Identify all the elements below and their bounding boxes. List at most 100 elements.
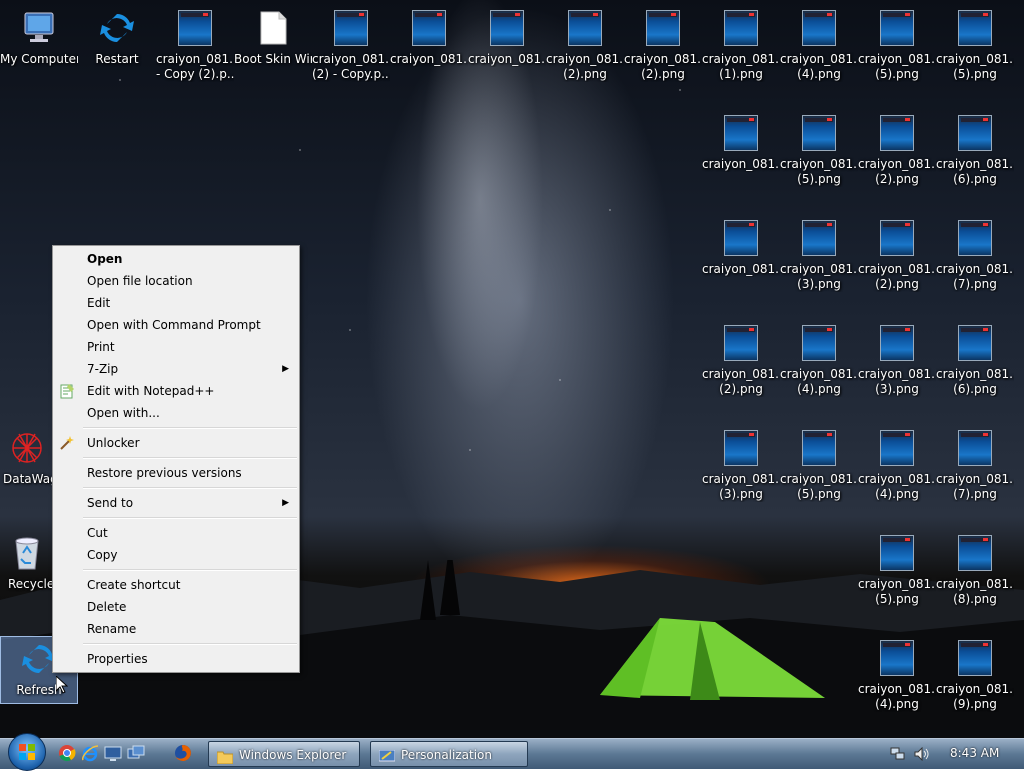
menu-item-open-with[interactable]: Open with... <box>53 402 299 424</box>
image-file-desktop-icon[interactable]: craiyon_081... (5).png <box>858 535 936 607</box>
image-file-desktop-icon[interactable]: craiyon_081... (3).png <box>858 325 936 397</box>
chrome-icon[interactable] <box>58 744 78 764</box>
image-thumbnail-icon <box>880 535 914 571</box>
image-file-desktop-icon[interactable]: craiyon_081... (5).png <box>780 430 858 502</box>
image-thumbnail-icon <box>178 10 212 46</box>
image-file-desktop-icon[interactable]: craiyon_081... (2).png <box>624 10 702 82</box>
image-file-desktop-icon[interactable]: craiyon_081... (2).png <box>702 325 780 397</box>
image-file-desktop-icon[interactable]: craiyon_081... (4).png <box>858 640 936 712</box>
menu-item-label: Open with Command Prompt <box>87 318 261 332</box>
folder-icon <box>216 747 234 765</box>
network-icon[interactable] <box>890 747 906 764</box>
menu-item-send-to[interactable]: Send to ▶ <box>53 492 299 514</box>
file-desktop-icon[interactable]: Boot Skin Windo... <box>234 10 312 67</box>
menu-item-cut[interactable]: Cut <box>53 522 299 544</box>
image-file-desktop-icon[interactable]: craiyon_081... (2).png <box>546 10 624 82</box>
menu-item-edit-with-notepad[interactable]: Edit with Notepad++ <box>53 380 299 402</box>
image-thumbnail-icon <box>880 115 914 151</box>
menu-item-label: Properties <box>87 652 148 666</box>
icon-label: craiyon_081... (7).png <box>936 262 1014 291</box>
image-file-desktop-icon[interactable]: craiyon_081... (4).png <box>780 10 858 82</box>
image-file-desktop-icon[interactable]: craiyon_081... (6).png <box>936 115 1014 187</box>
taskbar-button-personalization[interactable]: Personalization <box>370 741 528 767</box>
icon-label: craiyon_081... (2).png <box>858 157 936 186</box>
menu-item-edit[interactable]: Edit <box>53 292 299 314</box>
taskbar-button-windows-explorer[interactable]: Windows Explorer <box>208 741 360 767</box>
switch-windows-icon[interactable] <box>127 744 147 764</box>
menu-item-open-file-location[interactable]: Open file location <box>53 270 299 292</box>
menu-item-print[interactable]: Print <box>53 336 299 358</box>
image-file-desktop-icon[interactable]: craiyon_081... (7).png <box>936 430 1014 502</box>
volume-icon[interactable] <box>914 746 930 764</box>
menu-item-7zip[interactable]: 7-Zip ▶ <box>53 358 299 380</box>
image-thumbnail-icon <box>724 10 758 46</box>
menu-item-restore-previous-versions[interactable]: Restore previous versions <box>53 462 299 484</box>
menu-item-create-shortcut[interactable]: Create shortcut <box>53 574 299 596</box>
image-file-desktop-icon[interactable]: craiyon_081... (5).png <box>936 10 1014 82</box>
image-file-desktop-icon[interactable]: craiyon_081... (6).png <box>936 325 1014 397</box>
icon-label: craiyon_081... (8).png <box>936 577 1014 606</box>
notepad-icon <box>59 383 75 399</box>
image-file-desktop-icon[interactable]: craiyon_081... (8).png <box>936 535 1014 607</box>
icon-label: craiyon_081... (3).png <box>702 472 780 501</box>
menu-item-open[interactable]: Open <box>53 248 299 270</box>
menu-item-copy[interactable]: Copy <box>53 544 299 566</box>
image-file-desktop-icon[interactable]: craiyon_081... (2).png <box>858 115 936 187</box>
image-file-desktop-icon[interactable]: craiyon_081... (2).png <box>858 220 936 292</box>
clock[interactable]: 8:43 AM <box>950 746 999 760</box>
start-button[interactable] <box>8 733 46 771</box>
menu-item-unlocker[interactable]: Unlocker <box>53 432 299 454</box>
image-file-desktop-icon[interactable]: craiyon_081... <box>702 115 780 172</box>
image-thumbnail-icon <box>334 10 368 46</box>
menu-item-label: Print <box>87 340 115 354</box>
image-thumbnail-icon <box>412 10 446 46</box>
ie-icon[interactable] <box>81 744 101 764</box>
menu-item-properties[interactable]: Properties <box>53 648 299 670</box>
image-file-desktop-icon[interactable]: craiyon_081... (4).png <box>780 325 858 397</box>
task-label: Windows Explorer <box>239 748 347 762</box>
image-file-desktop-icon[interactable]: craiyon_081... (1).png <box>702 10 780 82</box>
icon-label: craiyon_081... (4).png <box>780 367 858 396</box>
image-file-desktop-icon[interactable]: craiyon_081... <box>390 10 468 67</box>
wand-icon <box>59 435 75 451</box>
restart-desktop-icon[interactable]: Restart <box>78 10 156 67</box>
image-thumbnail-icon <box>724 430 758 466</box>
image-file-desktop-icon[interactable]: craiyon_081... (5).png <box>858 10 936 82</box>
firefox-icon[interactable] <box>174 744 194 764</box>
recycle-bin-icon <box>9 535 45 571</box>
image-file-desktop-icon[interactable]: craiyon_081... (2) - Copy.p... <box>312 10 390 82</box>
image-thumbnail-icon <box>724 115 758 151</box>
image-thumbnail-icon <box>802 325 836 361</box>
image-file-desktop-icon[interactable]: craiyon_081... (5).png <box>780 115 858 187</box>
image-thumbnail-icon <box>880 10 914 46</box>
refresh-icon <box>99 10 135 46</box>
image-file-desktop-icon[interactable]: craiyon_081... (4).png <box>858 430 936 502</box>
icon-label: craiyon_081... <box>390 52 468 66</box>
computer-icon <box>21 10 57 46</box>
menu-item-open-with-command-prompt[interactable]: Open with Command Prompt <box>53 314 299 336</box>
datawag-icon <box>9 430 45 466</box>
menu-item-delete[interactable]: Delete <box>53 596 299 618</box>
icon-label: craiyon_081... (5).png <box>780 157 858 186</box>
image-file-desktop-icon[interactable]: craiyon_081... (3).png <box>702 430 780 502</box>
menu-item-rename[interactable]: Rename <box>53 618 299 640</box>
my-computer-desktop-icon[interactable]: My Computer <box>0 10 78 67</box>
image-thumbnail-icon <box>958 535 992 571</box>
menu-item-label: Restore previous versions <box>87 466 242 480</box>
icon-label: craiyon_081... (4).png <box>858 682 936 711</box>
image-file-desktop-icon[interactable]: craiyon_081... (9).png <box>936 640 1014 712</box>
show-desktop-icon[interactable] <box>104 744 124 764</box>
image-file-desktop-icon[interactable]: craiyon_081... <box>702 220 780 277</box>
image-file-desktop-icon[interactable]: craiyon_081... - Copy (2).p... <box>156 10 234 82</box>
menu-item-label: Open <box>87 252 123 266</box>
image-thumbnail-icon <box>802 115 836 151</box>
context-menu[interactable]: Open Open file location Edit Open with C… <box>52 245 300 673</box>
mouse-cursor-icon <box>56 676 68 694</box>
image-thumbnail-icon <box>880 430 914 466</box>
icon-label: craiyon_081... (5).png <box>858 577 936 606</box>
image-file-desktop-icon[interactable]: craiyon_081... (7).png <box>936 220 1014 292</box>
icon-label: craiyon_081... (3).png <box>780 262 858 291</box>
image-thumbnail-icon <box>958 430 992 466</box>
image-file-desktop-icon[interactable]: craiyon_081... (3).png <box>780 220 858 292</box>
image-file-desktop-icon[interactable]: craiyon_081... <box>468 10 546 67</box>
